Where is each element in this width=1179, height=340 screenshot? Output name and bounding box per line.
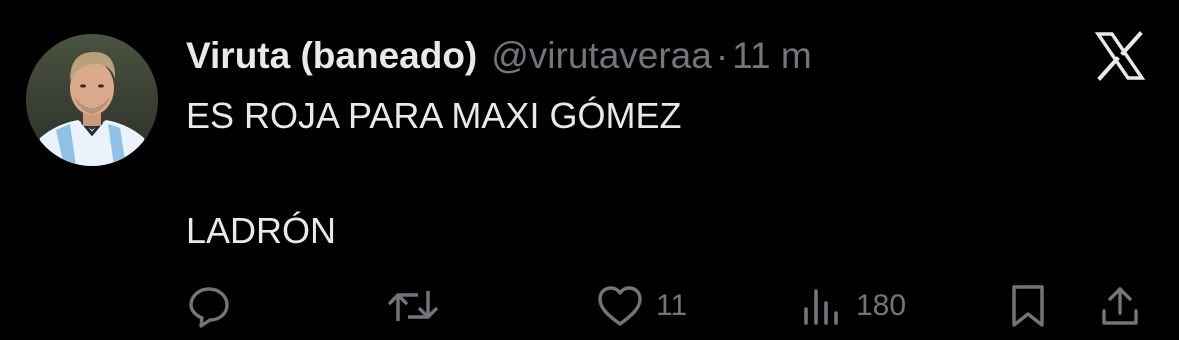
views-count: 180: [856, 289, 907, 322]
like-button[interactable]: 11: [596, 280, 687, 332]
reply-icon: [186, 283, 232, 329]
heart-icon: [596, 283, 644, 329]
tweet-text-line: LADRÓN: [186, 210, 337, 251]
bookmark-button[interactable]: [1008, 280, 1048, 332]
tweet-header: Viruta (baneado) @virutaveraa · 11 m: [186, 28, 812, 84]
bookmark-icon: [1008, 283, 1048, 329]
like-count: 11: [656, 289, 688, 322]
x-logo-icon[interactable]: [1092, 28, 1148, 84]
tweet-text-spacer: [186, 140, 681, 207]
tweet-text: ES ROJA PARA MAXI GÓMEZ LADRÓN: [186, 92, 681, 255]
display-name[interactable]: Viruta (baneado): [186, 35, 477, 77]
user-handle[interactable]: @virutaveraa: [491, 35, 712, 77]
tweet-card[interactable]: Viruta (baneado) @virutaveraa · 11 m ES …: [0, 0, 1179, 340]
separator-dot: ·: [715, 35, 729, 76]
views-icon: [800, 283, 844, 329]
tweet-text-line: ES ROJA PARA MAXI GÓMEZ: [186, 95, 682, 136]
share-button[interactable]: [1098, 280, 1142, 332]
avatar-image: [26, 34, 158, 166]
action-bar: 11 180: [186, 280, 1146, 332]
avatar[interactable]: [26, 34, 158, 166]
views-button[interactable]: 180: [800, 280, 906, 332]
share-icon: [1098, 283, 1142, 329]
retweet-button[interactable]: [386, 280, 452, 332]
timestamp[interactable]: 11 m: [732, 35, 812, 77]
reply-button[interactable]: [186, 280, 244, 332]
retweet-icon: [386, 283, 440, 329]
